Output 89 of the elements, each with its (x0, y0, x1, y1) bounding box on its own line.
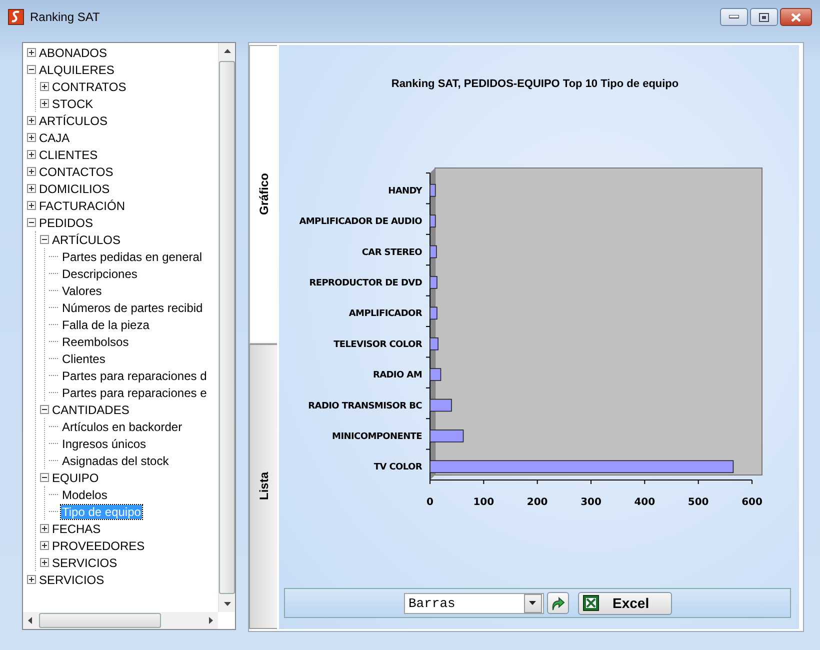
dropdown-arrow-icon[interactable] (529, 601, 536, 605)
app-icon (8, 9, 24, 25)
maximize-icon (759, 12, 769, 22)
category-label: REPRODUCTOR DE DVD (309, 278, 422, 288)
category-label: RADIO TRANSMISOR BC (308, 401, 422, 412)
horizontal-scrollbar[interactable] (23, 612, 218, 629)
axis-tick-label: 100 (473, 497, 494, 508)
tree-item[interactable]: ALQUILERES (38, 62, 116, 76)
tree-item[interactable]: SERVICIOS (38, 572, 106, 586)
category-label: RADIO AM (372, 370, 422, 381)
tree-item[interactable]: CONTACTOS (38, 164, 114, 178)
tree-item[interactable]: ABONADOS (38, 46, 108, 60)
close-icon (791, 12, 801, 22)
collapse-icon[interactable] (27, 218, 36, 227)
excel-button[interactable]: Excel (578, 592, 672, 614)
minimize-button[interactable] (720, 8, 748, 26)
axis-tick-label: 600 (742, 497, 762, 508)
expand-icon[interactable] (40, 558, 49, 567)
axis-tick-label: 400 (634, 497, 656, 508)
expand-icon[interactable] (40, 524, 49, 533)
tree-item[interactable]: FECHAS (51, 522, 102, 536)
minimize-icon (729, 15, 739, 19)
expand-icon[interactable] (27, 184, 36, 193)
maximize-button[interactable] (750, 8, 778, 26)
tree-item[interactable]: CLIENTES (38, 148, 99, 162)
expand-icon[interactable] (40, 82, 49, 91)
tree-item[interactable]: Descripciones (61, 266, 138, 280)
expand-icon[interactable] (40, 99, 49, 108)
refresh-button[interactable] (546, 592, 568, 614)
expand-icon[interactable] (27, 116, 36, 125)
tree-item[interactable]: STOCK (51, 96, 94, 110)
axis-tick-label: 300 (580, 497, 602, 508)
category-label: HANDY (388, 186, 422, 196)
expand-icon[interactable] (27, 48, 36, 57)
expand-icon[interactable] (27, 167, 36, 176)
category-label: MINICOMPONENTE (332, 432, 422, 442)
collapse-icon[interactable] (27, 65, 36, 74)
tree-item[interactable]: Partes para reparaciones e (61, 386, 208, 400)
category-label: CAR STEREO (362, 248, 422, 258)
spreadsheet-icon (582, 595, 598, 611)
tree-item[interactable]: Asignadas del stock (61, 454, 170, 468)
category-label: TELEVISOR COLOR (334, 340, 422, 350)
tree-item[interactable]: Números de partes recibid (61, 300, 204, 314)
category-label: TV COLOR (374, 462, 422, 473)
tree-item[interactable]: Ingresos únicos (61, 436, 148, 450)
tree-item[interactable]: CAJA (38, 130, 71, 144)
tree-item[interactable]: Falla de la pieza (61, 318, 150, 332)
tree-item[interactable]: Artículos en backorder (61, 420, 184, 434)
tree-item[interactable]: PEDIDOS (38, 216, 94, 230)
axis-tick-label: 500 (688, 497, 709, 508)
tree-item[interactable]: Partes para reparaciones d (61, 368, 208, 382)
chart-type-dropdown[interactable]: Barras (404, 592, 544, 614)
tab[interactable]: Lista (249, 344, 277, 629)
tree-item[interactable]: ARTÍCULOS (38, 114, 108, 128)
tree-item[interactable]: FACTURACIÓN (38, 198, 126, 212)
collapse-icon[interactable] (40, 235, 49, 244)
tree-item[interactable]: DOMICILIOS (38, 182, 111, 196)
axis-tick-label: 200 (526, 497, 548, 508)
tree-item[interactable]: CANTIDADES (51, 402, 130, 416)
tree-item[interactable]: Partes pedidas en general (61, 250, 204, 264)
tree-item[interactable]: Reembolsos (61, 334, 130, 348)
expand-icon[interactable] (27, 201, 36, 210)
tree-item[interactable]: Clientes (61, 352, 106, 366)
tree-item[interactable]: SERVICIOS (51, 556, 118, 570)
collapse-icon[interactable] (40, 473, 49, 482)
expand-icon[interactable] (40, 541, 49, 550)
tree-item[interactable]: ARTÍCULOS (51, 232, 122, 246)
scroll-down-icon[interactable] (224, 602, 230, 606)
collapse-icon[interactable] (40, 405, 49, 414)
tree-item[interactable]: CONTRATOS (51, 80, 128, 94)
curved-arrow-icon (550, 595, 566, 611)
scroll-up-icon[interactable] (224, 49, 230, 53)
tree-item[interactable]: Modelos (61, 488, 108, 502)
axis-tick-label: 0 (426, 497, 434, 508)
vertical-scrollbar[interactable] (218, 43, 235, 612)
window-title: Ranking SAT (30, 10, 100, 24)
tab[interactable]: Gráfico (249, 45, 277, 344)
close-button[interactable] (780, 8, 812, 26)
tree-item[interactable]: Valores (61, 284, 103, 298)
category-label: AMPLIFICADOR DE AUDIO (299, 217, 422, 228)
expand-icon[interactable] (27, 133, 36, 142)
tree-item[interactable]: PROVEEDORES (51, 538, 146, 552)
tree-item[interactable]: EQUIPO (51, 470, 100, 484)
scroll-right-icon[interactable] (209, 617, 213, 624)
chart-title: Ranking SAT, PEDIDOS-EQUIPO Top 10 Tipo de equipo (391, 78, 679, 90)
expand-icon[interactable] (27, 150, 36, 159)
expand-icon[interactable] (27, 575, 36, 584)
scroll-left-icon[interactable] (28, 617, 32, 624)
category-label: AMPLIFICADOR (348, 309, 422, 320)
